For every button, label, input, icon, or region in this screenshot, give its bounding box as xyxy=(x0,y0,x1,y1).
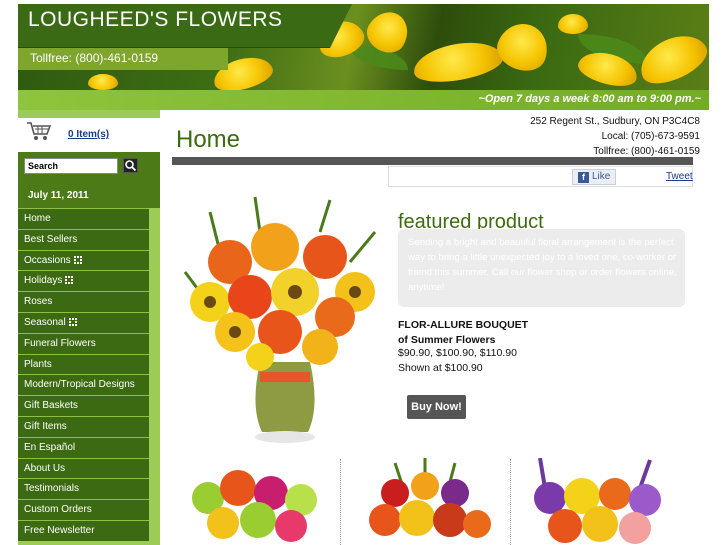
address-local-phone: Local: (705)-673-9591 xyxy=(601,131,700,142)
hours-bar: ~Open 7 days a week 8:00 am to 9:00 pm.~ xyxy=(18,90,709,110)
sidebar-item-label: Gift Items xyxy=(24,420,67,432)
sidebar-item-label: Gift Baskets xyxy=(24,400,78,412)
header-tollfree: Tollfree: (800)-461-0159 xyxy=(30,51,159,65)
sidebar-item-occasions[interactable]: Occasions xyxy=(18,249,149,271)
sidebar-item-roses[interactable]: Roses xyxy=(18,291,149,312)
lily-decoration xyxy=(632,26,709,92)
vase xyxy=(255,362,315,443)
thumbnail-divider xyxy=(510,459,511,545)
sidebar-item-label: Funeral Flowers xyxy=(24,337,96,349)
sidebar-item-label: Best Sellers xyxy=(24,233,78,245)
title-box: LOUGHEED'S FLOWERS xyxy=(18,4,352,48)
shown-price: Shown at $100.90 xyxy=(398,361,483,374)
facebook-like-button[interactable]: f Like xyxy=(572,169,617,185)
sidebar-item-label: Home xyxy=(24,213,51,224)
featured-bouquet-image[interactable] xyxy=(180,192,390,447)
sidebar-item-plants[interactable]: Plants xyxy=(18,353,149,375)
sidebar-item-modern-tropical-designs[interactable]: Modern/Tropical Designs xyxy=(18,374,149,396)
thumbnail-divider xyxy=(340,459,341,545)
tollfree-box: Tollfree: (800)-461-0159 xyxy=(18,48,228,70)
sidebar-item-label: Occasions xyxy=(24,254,71,266)
sidebar-item-gift-items[interactable]: Gift Items xyxy=(18,415,149,437)
sidebar-item-holidays[interactable]: Holidays xyxy=(18,270,149,292)
tweet-link[interactable]: Tweet xyxy=(666,171,693,182)
header-banner: LOUGHEED'S FLOWERS Tollfree: (800)-461-0… xyxy=(18,4,709,110)
sidebar-item-best-sellers[interactable]: Best Sellers xyxy=(18,228,149,250)
search-input[interactable] xyxy=(24,158,118,174)
buy-now-button[interactable]: Buy Now! xyxy=(407,395,466,419)
sidebar-item-label: En Español xyxy=(24,441,76,453)
like-label: Like xyxy=(592,171,611,182)
current-date: July 11, 2011 xyxy=(28,190,89,201)
facebook-icon: f xyxy=(578,172,589,183)
cart-icon[interactable] xyxy=(26,120,52,142)
sidebar-item-funeral-flowers[interactable]: Funeral Flowers xyxy=(18,332,149,354)
lily-decoration xyxy=(558,14,588,34)
submenu-plus-icon xyxy=(68,317,77,326)
sidebar-item-home[interactable]: Home xyxy=(18,208,149,229)
sidebar-item-custom-orders[interactable]: Custom Orders xyxy=(18,499,149,520)
lily-decoration xyxy=(88,74,118,90)
sidebar-item-gift-baskets[interactable]: Gift Baskets xyxy=(18,395,149,416)
cart-items-link[interactable]: 0 Item(s) xyxy=(68,129,109,140)
address-street: 252 Regent St., Sudbury, ON P3C4C8 xyxy=(530,116,700,127)
sidebar-item-label: About Us xyxy=(24,462,66,474)
sidebar-item-label: Custom Orders xyxy=(24,504,92,516)
submenu-plus-icon xyxy=(65,276,74,285)
product-name-line2: of Summer Flowers xyxy=(398,333,496,346)
site-title[interactable]: LOUGHEED'S FLOWERS xyxy=(28,8,283,32)
sidebar-item-label: Modern/Tropical Designs xyxy=(24,379,135,391)
sidebar-item-label: Free Newsletter xyxy=(24,524,95,536)
sidebar-item-testimonials[interactable]: Testimonials xyxy=(18,478,149,500)
search-area xyxy=(18,152,160,182)
social-bar: f Like Tweet xyxy=(388,166,693,187)
store-hours: ~Open 7 days a week 8:00 am to 9:00 pm.~ xyxy=(478,93,701,105)
lily-decoration xyxy=(410,36,506,88)
product-name-line1: FLOR-ALLURE BOUQUET xyxy=(398,319,529,331)
product-thumbnail[interactable] xyxy=(355,458,500,545)
product-prices: $90.90, $100.90, $110.90 Shown at $100.9… xyxy=(398,346,517,375)
divider-bar xyxy=(172,157,693,165)
store-address: 252 Regent St., Sudbury, ON P3C4C8 Local… xyxy=(530,114,700,159)
sidebar-nav: Home Best Sellers Occasions Holidays Roses Se… xyxy=(18,208,149,541)
sidebar: 0 Item(s) July 11, 2011 Home Best Sellers… xyxy=(18,110,160,545)
sidebar-item-label: Holidays xyxy=(24,275,63,287)
sidebar-item-label: Testimonials xyxy=(24,483,80,495)
price-options: $90.90, $100.90, $110.90 xyxy=(398,347,517,359)
page-title: Home xyxy=(176,126,241,153)
sidebar-item-label: Roses xyxy=(24,296,53,308)
bouquet-flowers xyxy=(183,196,377,371)
search-button[interactable] xyxy=(123,158,138,173)
product-name[interactable]: FLOR-ALLURE BOUQUET of Summer Flowers xyxy=(398,318,528,347)
sidebar-item-free-newsletter[interactable]: Free Newsletter xyxy=(18,519,149,541)
sidebar-strip xyxy=(149,208,160,545)
sidebar-item-about-us[interactable]: About Us xyxy=(18,457,149,479)
product-thumbnail[interactable] xyxy=(520,458,670,545)
date-area: July 11, 2011 xyxy=(18,182,160,208)
sidebar-item-label: Plants xyxy=(24,358,52,370)
lily-decoration xyxy=(491,16,555,78)
submenu-plus-icon xyxy=(73,255,82,264)
search-icon xyxy=(125,160,137,172)
sidebar-item-label: Seasonal xyxy=(24,316,66,328)
product-thumbnail[interactable] xyxy=(183,458,328,545)
featured-description: Sending a bright and beautiful floral ar… xyxy=(398,229,685,307)
sidebar-item-en-espa-ol[interactable]: En Español xyxy=(18,436,149,458)
sidebar-item-seasonal[interactable]: Seasonal xyxy=(18,311,149,333)
